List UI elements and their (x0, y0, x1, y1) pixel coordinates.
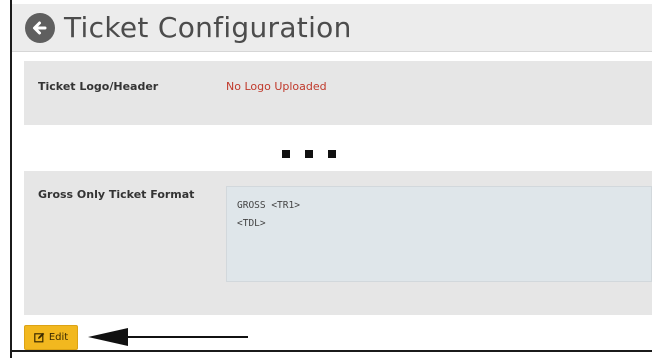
edit-label: Edit (48, 332, 69, 343)
logo-status-text: No Logo Uploaded (226, 80, 327, 93)
ticket-logo-label: Ticket Logo/Header (38, 80, 159, 93)
edit-button[interactable]: Edit (24, 325, 78, 350)
frame-border-left (10, 0, 12, 358)
gross-only-format-panel: Gross Only Ticket Format GROSS <TR1> <TD… (24, 171, 652, 315)
ticket-logo-panel: Ticket Logo/Header No Logo Uploaded (24, 61, 652, 125)
arrow-left-circle-icon[interactable] (25, 12, 55, 43)
ellipsis-dot (305, 150, 313, 158)
frame-border-bottom (10, 350, 652, 352)
page-header: Ticket Configuration (12, 4, 652, 52)
ellipsis-dot (282, 150, 290, 158)
edit-icon (34, 328, 45, 347)
ellipsis-separator (282, 150, 336, 158)
arrow-left-icon (88, 328, 248, 346)
gross-format-label: Gross Only Ticket Format (38, 188, 195, 201)
format-line: GROSS <TR1> (237, 200, 300, 211)
format-line: <TDL> (237, 218, 266, 229)
gross-format-box: GROSS <TR1> <TDL> (226, 186, 652, 282)
ellipsis-dot (328, 150, 336, 158)
page-title: Ticket Configuration (64, 11, 352, 44)
